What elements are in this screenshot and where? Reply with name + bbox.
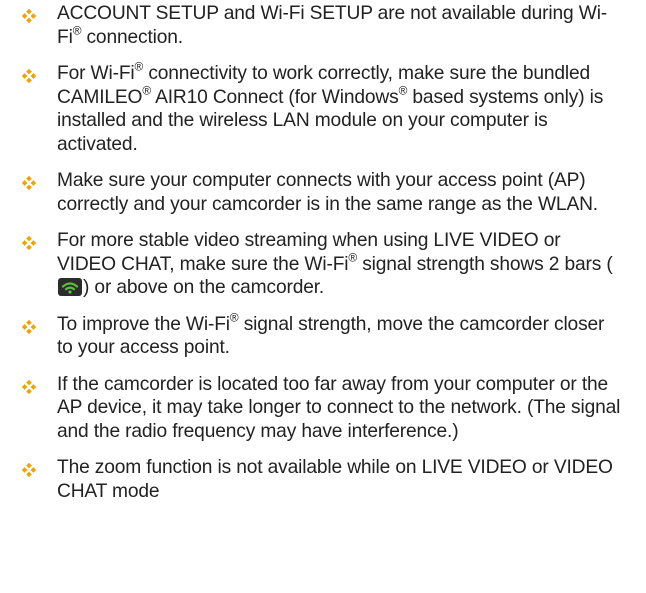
note-item: For Wi-Fi® connectivity to work correctl… [0, 59, 646, 156]
diamond-bullet-icon [22, 69, 36, 83]
registered-mark: ® [134, 59, 144, 74]
note-item: If the camcorder is located too far away… [0, 373, 646, 444]
note-text: For more stable video streaming when usi… [57, 230, 613, 298]
note-text: If the camcorder is located too far away… [57, 373, 621, 442]
note-item: To improve the Wi-Fi® signal strength, m… [0, 309, 646, 360]
diamond-bullet-icon [22, 236, 36, 250]
diamond-bullet-icon [22, 176, 36, 190]
note-text: For Wi-Fi® connectivity to work correctl… [57, 59, 604, 155]
registered-mark: ® [229, 309, 239, 324]
registered-mark: ® [348, 249, 358, 264]
note-text: To improve the Wi-Fi® signal strength, m… [57, 309, 605, 358]
note-text: The zoom function is not available while… [57, 457, 613, 502]
note-item: For more stable video streaming when usi… [0, 229, 646, 300]
note-text: Make sure your computer connects with yo… [57, 170, 598, 215]
note-item: The zoom function is not available while… [0, 456, 646, 503]
diamond-bullet-icon [22, 319, 36, 334]
note-item: Make sure your computer connects with yo… [0, 169, 646, 216]
diamond-bullet-icon [22, 9, 36, 23]
notes-list: ACCOUNT SETUP and Wi-Fi SETUP are not av… [0, 0, 646, 503]
registered-mark: ® [398, 82, 408, 97]
note-text: ACCOUNT SETUP and Wi-Fi SETUP are not av… [57, 3, 608, 48]
registered-mark: ® [142, 82, 151, 97]
diamond-bullet-icon [22, 463, 36, 477]
diamond-bullet-icon [22, 379, 36, 394]
wifi-signal-icon [58, 278, 82, 296]
note-item: ACCOUNT SETUP and Wi-Fi SETUP are not av… [0, 2, 646, 49]
